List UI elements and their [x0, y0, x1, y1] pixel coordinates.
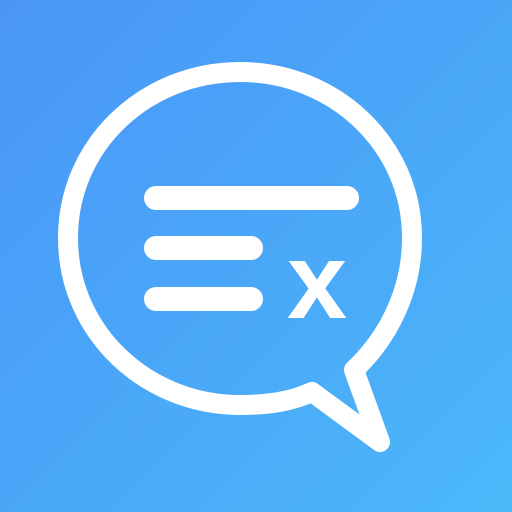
text-line-top — [144, 186, 359, 210]
text-line-middle — [144, 236, 263, 260]
x-glyph: x — [287, 220, 347, 341]
text-line-bottom — [144, 287, 263, 311]
chat-bubble-ex-icon: x — [58, 62, 422, 452]
app-icon: x — [0, 0, 512, 512]
